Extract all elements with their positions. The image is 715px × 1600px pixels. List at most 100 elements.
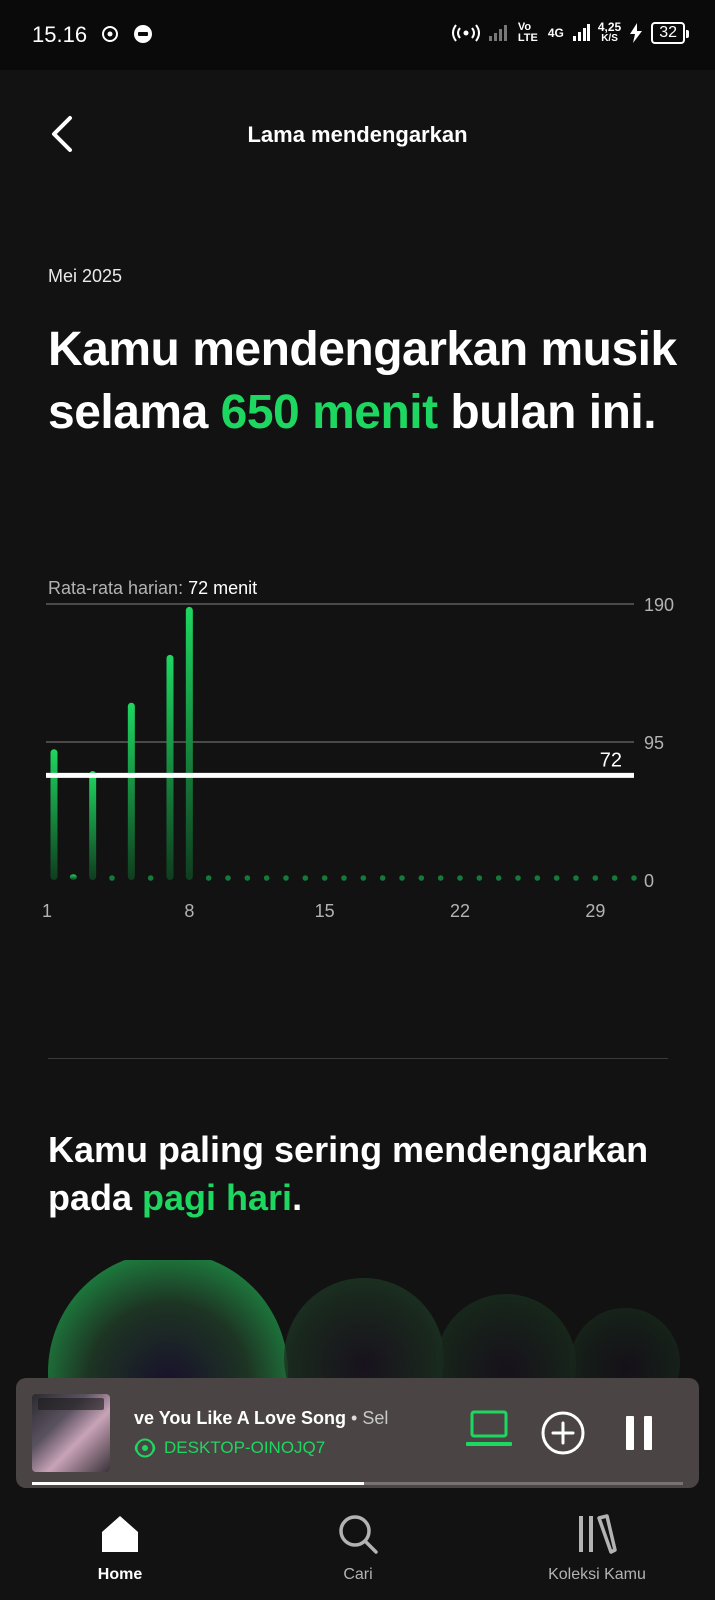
nav-search-label: Cari xyxy=(343,1566,373,1583)
album-art-title-strip xyxy=(38,1398,104,1410)
speaker-icon xyxy=(134,1438,156,1458)
net-speed: 4,25 K/S xyxy=(597,20,622,44)
chart-x-ticks: 1 8 15 22 29 xyxy=(42,901,605,921)
chat-icon xyxy=(134,25,152,43)
chart-bar xyxy=(283,875,289,881)
chart-bar xyxy=(592,875,599,881)
network-4g: 4G xyxy=(547,26,564,40)
mini-player[interactable]: ve You Like A Love Song • Sel DESKTOP-OI… xyxy=(16,1378,699,1488)
time-of-day-visual xyxy=(0,1260,715,1380)
home-icon xyxy=(102,1516,138,1552)
chart-bar xyxy=(476,875,483,881)
chart-bar xyxy=(341,875,347,881)
nav-search[interactable]: Cari xyxy=(278,1512,438,1584)
playback-progress-fill xyxy=(32,1482,364,1485)
x-tick-label: 1 xyxy=(42,901,52,921)
page-title: Lama mendengarkan xyxy=(247,122,468,147)
chart-bar xyxy=(553,875,560,881)
chart-bar xyxy=(573,875,579,881)
chart-y-ticks: 190 95 0 xyxy=(644,595,674,891)
chart-bar xyxy=(185,606,193,880)
chart-bar xyxy=(89,771,97,880)
chart-bar xyxy=(457,875,463,881)
battery-icon: 32 xyxy=(651,22,689,44)
afternoon-circle xyxy=(284,1278,444,1380)
x-tick-label: 29 xyxy=(585,901,605,921)
song-title: ve You Like A Love Song xyxy=(134,1408,347,1428)
hotspot-icon xyxy=(451,24,480,42)
playback-progress-bar[interactable] xyxy=(32,1482,683,1485)
time-of-day-headline: Kamu paling sering mendengarkan pada pag… xyxy=(48,1126,668,1222)
nav-home[interactable]: Home xyxy=(40,1512,200,1584)
chart-bar xyxy=(205,875,212,881)
chart-bar xyxy=(321,875,328,881)
chart-bar xyxy=(495,875,502,881)
chart-bar xyxy=(437,875,444,881)
period-label: Mei 2025 xyxy=(48,266,123,286)
search-icon xyxy=(339,1515,378,1554)
time-of-day-suffix: . xyxy=(292,1177,303,1218)
x-tick-label: 8 xyxy=(184,901,194,921)
header: Lama mendengarkan xyxy=(0,100,715,170)
add-to-library-button[interactable] xyxy=(536,1406,590,1460)
chart-bar xyxy=(302,875,309,881)
evening-circle xyxy=(436,1294,576,1380)
add-circle-icon xyxy=(541,1411,585,1455)
bottom-nav: Home Cari Koleksi Kamu xyxy=(0,1494,715,1600)
chart-bar xyxy=(244,875,251,881)
nav-library-label: Koleksi Kamu xyxy=(548,1566,646,1583)
pause-button[interactable] xyxy=(614,1408,664,1458)
y-tick-label: 190 xyxy=(644,595,674,615)
chart-bars xyxy=(50,606,637,881)
connected-device[interactable]: DESKTOP-OINOJQ7 xyxy=(134,1438,325,1458)
chart-bar xyxy=(418,875,425,881)
average-line-label: 72 xyxy=(600,749,622,771)
time-of-day-highlight: pagi hari xyxy=(142,1177,293,1218)
signal-icon xyxy=(488,25,507,41)
status-bar: 15.16 Vo LTE 4G 4,25 K/S 32 xyxy=(0,0,715,70)
x-tick-label: 15 xyxy=(315,901,335,921)
daily-listening-chart: 72 190 95 0 1 8 15 22 29 xyxy=(42,595,674,921)
chart-bar xyxy=(109,875,115,881)
night-circle xyxy=(570,1308,680,1380)
charging-icon xyxy=(630,23,643,43)
chart-bar xyxy=(50,749,58,880)
status-right: Vo LTE 4G 4,25 K/S 32 xyxy=(451,20,689,44)
net-speed-value: 4,25 xyxy=(597,20,622,34)
chart-bar xyxy=(399,875,405,881)
nav-library[interactable]: Koleksi Kamu xyxy=(517,1512,677,1584)
chart-bar xyxy=(515,875,521,881)
album-art[interactable] xyxy=(32,1394,110,1472)
chart-bar xyxy=(166,654,174,880)
device-name: DESKTOP-OINOJQ7 xyxy=(164,1438,326,1457)
connect-device-button[interactable] xyxy=(462,1406,516,1454)
chart-bar xyxy=(360,875,367,881)
morning-circle xyxy=(48,1260,288,1380)
status-time: 15.16 xyxy=(32,22,88,47)
time-of-day-prefix: Kamu paling sering mendengarkan pada xyxy=(48,1129,649,1218)
chart-bar xyxy=(69,874,77,880)
chart-bar xyxy=(263,875,270,881)
chart-bar xyxy=(147,875,154,881)
x-tick-label: 22 xyxy=(450,901,470,921)
chart-bar xyxy=(534,875,541,881)
y-tick-label: 0 xyxy=(644,871,654,891)
chart-bar xyxy=(225,875,231,881)
network-lte: Vo LTE xyxy=(517,21,538,44)
net-speed-unit: K/S xyxy=(601,33,618,44)
signal-bars-icon xyxy=(572,24,590,41)
song-separator: • xyxy=(346,1408,363,1428)
pause-icon xyxy=(626,1416,652,1450)
library-icon xyxy=(579,1514,617,1554)
now-playing-text[interactable]: ve You Like A Love Song • Sel xyxy=(134,1408,434,1429)
chart-bar xyxy=(379,875,386,881)
gallery-icon xyxy=(102,26,118,42)
headline-suffix: bulan ini. xyxy=(437,386,657,439)
chart-bar xyxy=(611,875,618,881)
chart-bar xyxy=(631,875,637,881)
chart-bar xyxy=(127,702,135,880)
laptop-icon xyxy=(466,1410,512,1446)
listening-headline: Kamu mendengarkan musik selama 650 menit… xyxy=(48,318,688,444)
y-tick-label: 95 xyxy=(644,733,664,753)
song-artist: Sel xyxy=(362,1408,389,1428)
